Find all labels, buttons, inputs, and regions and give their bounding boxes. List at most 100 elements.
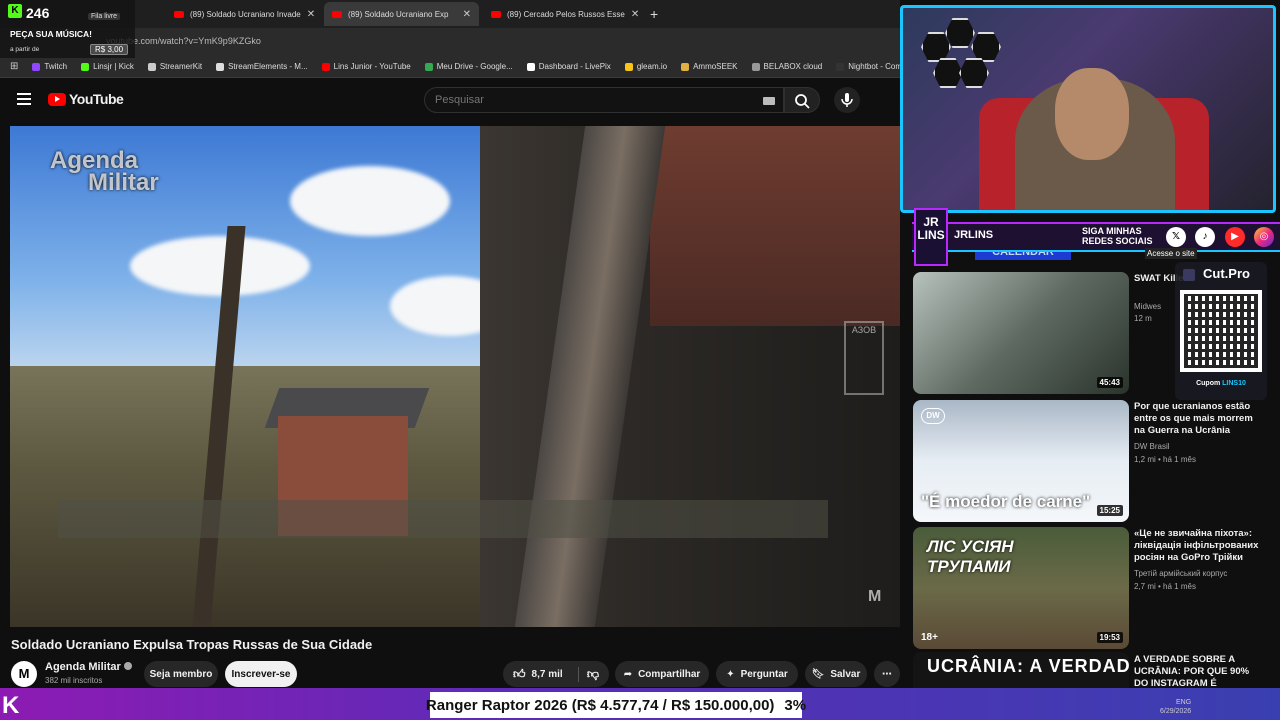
bookmark-item[interactable]: Lins Junior - YouTube: [321, 62, 411, 71]
video-player[interactable]: Agenda Militar АЗОВ M: [10, 126, 900, 627]
coupon: Cupom LINS10: [1175, 380, 1267, 387]
close-icon[interactable]: ✕: [307, 9, 315, 20]
viewer-count: 246: [26, 5, 50, 21]
tray-date: 6/29/2026: [1160, 708, 1192, 715]
youtube-icon: ▶: [1225, 227, 1245, 247]
search-input[interactable]: [435, 94, 735, 106]
search-button[interactable]: [784, 87, 820, 113]
recommendation-thumbnail[interactable]: 45:43: [913, 272, 1129, 394]
like-count[interactable]: 8,7 mil: [532, 669, 563, 680]
bookmark-favicon-icon: [147, 62, 156, 71]
streamer-head: [1055, 68, 1129, 160]
recommendation-channel[interactable]: DW Brasil: [1134, 441, 1170, 452]
thumbnail-caption: UCRÂNIA: A VERDADE: [927, 656, 1129, 676]
recommendation-channel[interactable]: Третій армійський корпус: [1134, 568, 1227, 579]
bookmark-item[interactable]: StreamElements - M...: [216, 62, 308, 71]
goal-percent: 3%: [784, 696, 807, 714]
bookmark-item[interactable]: Nightbot - Comm: [836, 62, 900, 71]
recommendation-thumbnail[interactable]: UCRÂNIA: A VERDADE: [913, 652, 1129, 692]
bookmark-item[interactable]: Twitch: [32, 62, 67, 71]
youtube-logo-text: YouTube: [69, 91, 124, 107]
age-restriction-badge: 18+: [921, 632, 938, 643]
wall-shelf-decoration: [971, 32, 1001, 62]
sparkle-icon: ✦: [726, 668, 735, 680]
join-button[interactable]: Seja membro: [144, 661, 218, 687]
bookmark-favicon-icon: [81, 62, 90, 71]
microphone-icon: [841, 93, 853, 107]
more-actions-button[interactable]: ⋯: [874, 661, 900, 687]
thumbnail-caption: "É moedor de carne": [921, 492, 1091, 511]
recommendation-meta: 1,2 mi • há 1 mês: [1134, 455, 1196, 464]
tray-language: ENG: [1175, 699, 1192, 706]
price-badge: R$ 3,00: [90, 44, 129, 55]
youtube-logo[interactable]: YouTube: [48, 91, 124, 107]
close-icon[interactable]: ✕: [631, 9, 638, 20]
verified-icon: [123, 662, 132, 670]
bookmark-favicon-icon: [751, 62, 760, 71]
video-frame-cloud: [290, 166, 450, 236]
hamburger-menu-icon[interactable]: [17, 93, 31, 105]
dw-badge: DW: [921, 408, 945, 424]
bookmark-item[interactable]: Linsjr | Kick: [81, 62, 134, 71]
video-frame-cloud: [130, 236, 310, 296]
watermark-line2: Militar: [88, 169, 159, 196]
bookmark-label: StreamElements - M...: [228, 62, 308, 71]
coupon-code: LINS10: [1222, 380, 1246, 387]
like-dislike-group: 👍︎ 8,7 mil 👎︎: [503, 661, 609, 687]
recommendation-thumbnail[interactable]: DW "É moedor de carne" 15:25: [913, 400, 1129, 522]
ask-button[interactable]: ✦ Perguntar: [716, 661, 798, 687]
donation-goal-text: Ranger Raptor 2026 (R$ 4.577,74 / R$ 150…: [426, 692, 806, 718]
share-label: Compartilhar: [638, 668, 701, 680]
channel-name[interactable]: Agenda Militar: [45, 661, 132, 673]
browser-tab[interactable]: (89) Soldado Ucraniano Invade ✕: [166, 2, 321, 26]
share-button[interactable]: ➦ Compartilhar: [615, 661, 709, 687]
wall-shelf-decoration: [959, 58, 989, 88]
youtube-play-icon: [48, 92, 66, 106]
browser-tab-bar: (89) Soldado Ucraniano Invade ✕ (89) Sol…: [0, 0, 900, 28]
more-icon: ⋯: [882, 668, 892, 680]
bookmark-item[interactable]: StreamerKit: [147, 62, 203, 71]
save-button[interactable]: 🔖︎ Salvar: [805, 661, 867, 687]
system-tray: ENG 6/29/2026: [1160, 698, 1191, 716]
channel-name-text: Agenda Militar: [45, 661, 121, 673]
streamer-logo: JR LINS: [914, 208, 948, 266]
close-icon[interactable]: ✕: [463, 9, 471, 20]
recommendation-thumbnail[interactable]: ЛІС УСІЯН ТРУПАМИ 18+ 19:53: [913, 527, 1129, 649]
keyboard-icon[interactable]: [763, 97, 775, 105]
bookmark-label: StreamerKit: [159, 62, 203, 71]
address-bar[interactable]: youtube.com/watch?v=YmK9p9KZGko: [0, 28, 900, 56]
bookmark-item[interactable]: Dashboard - LivePix: [526, 62, 611, 71]
recommendation-channel[interactable]: Midwes: [1134, 301, 1161, 312]
tab-label: (89) Soldado Ucraniano Invade: [190, 9, 301, 19]
subscribe-button[interactable]: Inscrever-se: [225, 661, 297, 687]
follow-line-2: REDES SOCIAIS: [1082, 236, 1153, 246]
bookmark-label: AmmoSEEK: [693, 62, 738, 71]
voice-search-button[interactable]: [834, 87, 860, 113]
kick-logo: K: [2, 692, 20, 719]
new-tab-button[interactable]: +: [642, 2, 662, 26]
browser-tab[interactable]: (89) Cercado Pelos Russos Esse ✕: [483, 2, 638, 26]
bookmark-item[interactable]: gleam.io: [624, 62, 667, 71]
bookmark-item[interactable]: Meu Drive - Google...: [424, 62, 513, 71]
bookmark-item[interactable]: BELABOX cloud: [751, 62, 822, 71]
recommendation-title[interactable]: «Це не звичайна піхота»: ліквідація інфі…: [1134, 528, 1264, 564]
bookmark-item[interactable]: AmmoSEEK: [681, 62, 738, 71]
bookmark-label: Meu Drive - Google...: [436, 62, 513, 71]
like-icon[interactable]: 👍︎: [513, 667, 526, 682]
save-label: Salvar: [830, 668, 861, 680]
song-request-overlay: K 246 Fila livre PEÇA SUA MÚSICA! a part…: [0, 0, 135, 58]
bookmarks-bar: ⊞ Twitch Linsjr | Kick StreamerKit StreamEl…: [0, 56, 900, 78]
channel-avatar[interactable]: M: [11, 661, 37, 687]
tab-label: (89) Cercado Pelos Russos Esse: [507, 9, 625, 19]
apps-grid-icon[interactable]: ⊞: [10, 61, 18, 72]
search-box[interactable]: [424, 87, 784, 113]
video-frame-brick-wall: [650, 126, 900, 326]
browser-tab-active[interactable]: (89) Soldado Ucraniano Exp ✕: [324, 2, 479, 26]
recommendation-title[interactable]: Por que ucranianos estão entre os que ma…: [1134, 401, 1264, 437]
youtube-icon: [332, 10, 342, 18]
tab-label: (89) Soldado Ucraniano Exp: [348, 9, 449, 19]
follow-line-1: SIGA MINHAS: [1082, 226, 1142, 236]
dislike-icon[interactable]: 👎︎: [577, 666, 599, 682]
bookmark-label: Dashboard - LivePix: [538, 62, 611, 71]
song-request-label: PEÇA SUA MÚSICA!: [10, 29, 93, 39]
